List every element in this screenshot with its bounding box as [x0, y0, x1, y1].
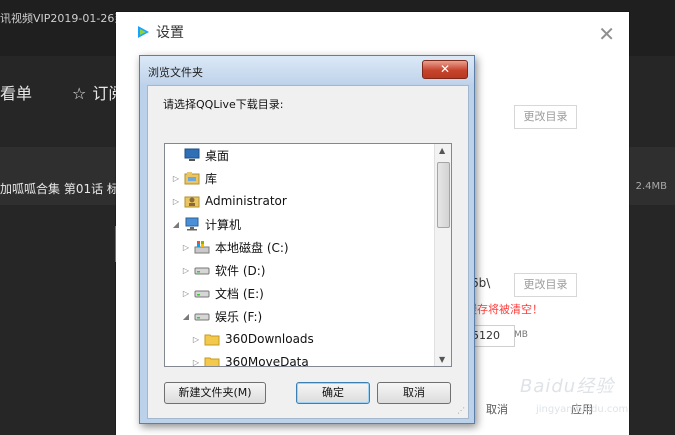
tree-item-library[interactable]: ▷ 库 — [171, 167, 217, 189]
tencent-video-logo-icon — [138, 26, 149, 38]
tree-item-label: 360Downloads — [225, 332, 314, 346]
tree-item-label: 软件 (D:) — [215, 263, 266, 278]
scroll-thumb[interactable] — [437, 162, 450, 228]
tree-item-360downloads[interactable]: ▷ 360Downloads — [191, 328, 314, 350]
tree-expander-icon[interactable]: ◢ — [171, 220, 181, 229]
folder-icon — [204, 334, 220, 346]
tree-expander-icon[interactable]: ▷ — [181, 289, 191, 298]
browse-prompt: 请选择QQLive下载目录: — [163, 98, 284, 111]
close-icon[interactable]: ✕ — [422, 60, 468, 79]
cancel-button[interactable]: 取消 — [377, 382, 451, 404]
tree-expander-icon[interactable]: ▷ — [181, 243, 191, 252]
scroll-up-icon[interactable]: ▲ — [439, 146, 445, 155]
tree-item-label: 360MoveData — [225, 355, 309, 367]
nav-watchlist[interactable]: 看单 — [0, 80, 32, 104]
download-row-title: 加呱呱合集 第01话 标 — [0, 182, 119, 196]
watermark-logo: Baidu经验 — [520, 376, 615, 397]
star-icon: ☆ — [72, 84, 87, 103]
desktop-icon — [184, 148, 200, 161]
user-folder-icon — [184, 196, 200, 208]
tree-item-computer[interactable]: ◢ 计算机 — [171, 213, 241, 235]
vip-expiry-text: 讯视频VIP2019-01-26到 — [0, 12, 126, 25]
browse-title: 浏览文件夹 — [148, 66, 203, 79]
ok-button[interactable]: 确定 — [296, 382, 370, 404]
tree-item-label: 娱乐 (F:) — [215, 309, 263, 324]
tree-expander-icon[interactable]: ▷ — [181, 266, 191, 275]
folder-icon — [204, 357, 220, 366]
watermark-url: jingyan.baidu.com — [536, 404, 629, 415]
tree-item-desktop[interactable]: 桌面 — [171, 144, 229, 166]
drive-icon — [194, 313, 210, 321]
change-directory-button[interactable]: 更改目录 — [514, 105, 577, 129]
tree-item-label: Administrator — [205, 194, 287, 208]
tree-item-label: 计算机 — [205, 217, 242, 232]
library-icon — [184, 172, 200, 185]
tree-item-drive-d[interactable]: ▷ 软件 (D:) — [181, 259, 266, 281]
drive-icon — [194, 290, 210, 298]
tree-item-360movedata[interactable]: ▷ 360MoveData — [191, 351, 309, 367]
scroll-down-icon[interactable]: ▼ — [439, 355, 445, 364]
tree-expander-icon[interactable]: ▷ — [191, 358, 201, 367]
tree-item-label: 库 — [205, 171, 218, 186]
close-icon[interactable]: ✕ — [598, 24, 615, 44]
browse-titlebar[interactable]: 浏览文件夹 ✕ — [140, 56, 474, 84]
tree-scrollbar[interactable]: ▲ ▼ — [434, 144, 451, 366]
tree-item-label: 桌面 — [205, 148, 230, 163]
browse-folder-dialog: 浏览文件夹 ✕ 请选择QQLive下载目录: 桌面 ▷ 库 ▷ Administ… — [139, 55, 475, 424]
tree-item-administrator[interactable]: ▷ Administrator — [171, 190, 287, 212]
settings-title: 设置 — [156, 25, 184, 41]
settings-titlebar: 设置 — [136, 22, 184, 42]
tree-expander-icon[interactable]: ◢ — [181, 312, 191, 321]
change-cache-directory-button[interactable]: 更改目录 — [514, 273, 577, 297]
tree-item-drive-f[interactable]: ◢ 娱乐 (F:) — [181, 305, 262, 327]
tree-expander-icon[interactable]: ▷ — [191, 335, 201, 344]
download-row-size: 2.4MB — [635, 181, 667, 192]
tree-item-label: 本地磁盘 (C:) — [215, 240, 289, 255]
folder-tree[interactable]: 桌面 ▷ 库 ▷ Administrator ◢ 计算机 ▷ 本地磁盘 (C:) — [164, 143, 452, 367]
settings-cancel-button[interactable]: 取消 — [486, 401, 508, 417]
browse-body: 请选择QQLive下载目录: 桌面 ▷ 库 ▷ Administrator ◢ … — [147, 85, 469, 419]
drive-icon — [194, 267, 210, 275]
cache-warning-text: 缓存将被清空！ — [466, 303, 543, 316]
tree-item-drive-e[interactable]: ▷ 文档 (E:) — [181, 282, 264, 304]
computer-icon — [185, 217, 199, 231]
resize-grip-icon[interactable]: ⋰ — [457, 406, 465, 415]
system-drive-icon — [194, 241, 210, 254]
tree-item-label: 文档 (E:) — [215, 286, 264, 301]
tree-item-drive-c[interactable]: ▷ 本地磁盘 (C:) — [181, 236, 289, 258]
cache-size-unit: MB — [514, 330, 528, 340]
cache-size-input[interactable]: 5120 — [468, 325, 515, 347]
new-folder-button[interactable]: 新建文件夹(M) — [164, 382, 266, 404]
tree-expander-icon[interactable]: ▷ — [171, 174, 181, 183]
tree-expander-icon[interactable]: ▷ — [171, 197, 181, 206]
